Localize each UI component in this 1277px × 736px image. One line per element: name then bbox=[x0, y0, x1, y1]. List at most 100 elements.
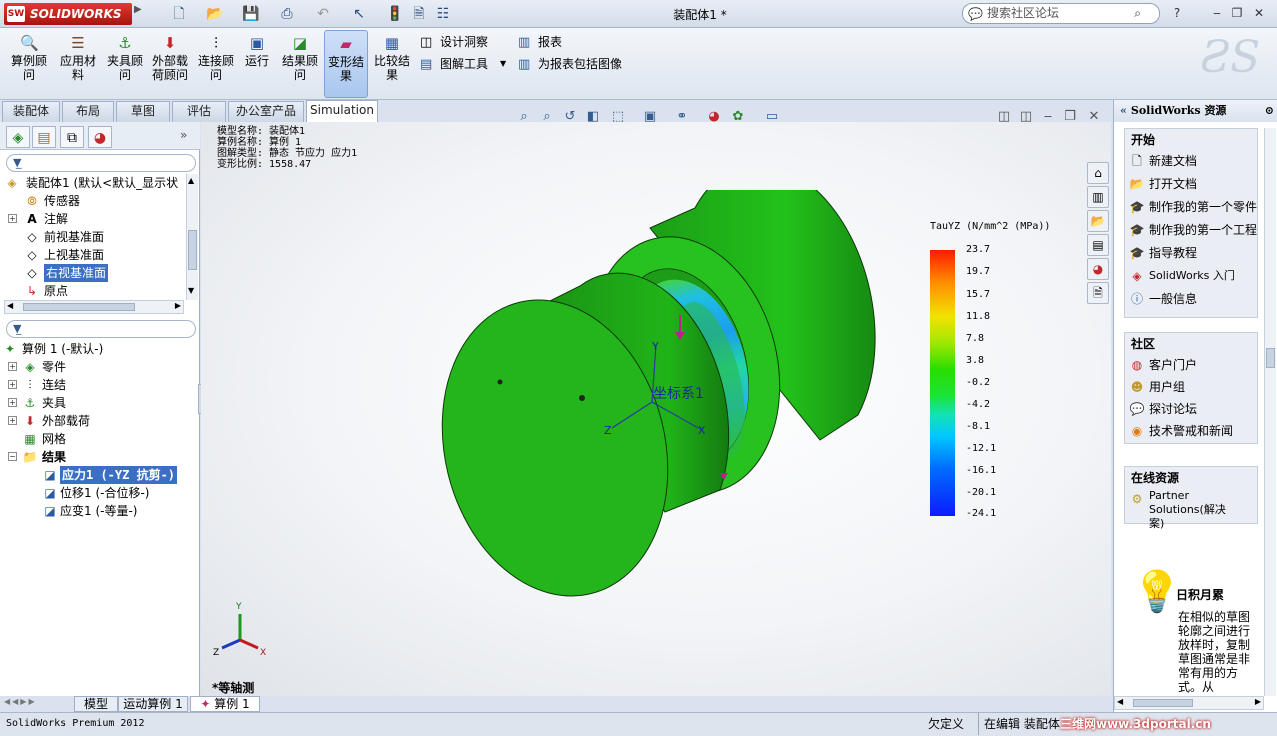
appearances-icon[interactable]: ◕ bbox=[1087, 258, 1109, 280]
tree-item-right-plane[interactable]: ◇ 右视基准面 bbox=[0, 264, 186, 282]
tree-item-fixtures[interactable]: + ⚓ 夹具 bbox=[0, 394, 198, 412]
new-document-link[interactable]: 🗋 新建文档 bbox=[1129, 151, 1197, 173]
expand-icon[interactable]: + bbox=[8, 380, 17, 389]
zoom-to-fit-icon[interactable]: ⌕ bbox=[514, 108, 534, 126]
zoom-to-area-icon[interactable]: ⌕ bbox=[537, 108, 557, 126]
h-scroll-thumb[interactable] bbox=[23, 303, 135, 311]
collapse-pane-icon[interactable]: « bbox=[1120, 104, 1127, 117]
tree-scrollbar-vertical[interactable]: ▲ ▼ bbox=[186, 174, 198, 300]
expand-icon[interactable]: + bbox=[8, 214, 17, 223]
menu-arrow-icon[interactable]: ▶ bbox=[134, 4, 142, 15]
tab-assembly[interactable]: 装配体 bbox=[2, 101, 60, 122]
tree-item-external-loads[interactable]: + ⬇ 外部载荷 bbox=[0, 412, 198, 430]
resources-scrollbar-horizontal[interactable]: ◀ ▶ bbox=[1114, 696, 1264, 710]
expand-icon[interactable]: + bbox=[8, 362, 17, 371]
edit-appearance-icon[interactable]: ◕ bbox=[704, 108, 724, 126]
display-style-icon[interactable]: ▣ bbox=[640, 108, 660, 126]
fixtures-advisor-button[interactable]: ⚓ 夹具顾 问 bbox=[104, 30, 146, 98]
scroll-left-icon[interactable]: ◀ bbox=[1117, 697, 1123, 706]
scroll-thumb[interactable] bbox=[188, 230, 197, 270]
tab-evaluate[interactable]: 评估 bbox=[172, 101, 226, 122]
expand-icon[interactable]: + bbox=[8, 398, 17, 407]
tree-filter-top[interactable]: ▼̲ bbox=[6, 154, 196, 172]
display-manager-tab-icon[interactable]: ◕ bbox=[88, 126, 112, 148]
section-view-icon[interactable]: ◧ bbox=[583, 108, 603, 126]
file-explorer-icon[interactable]: 📂 bbox=[1087, 210, 1109, 232]
tab-simulation[interactable]: Simulation bbox=[306, 100, 378, 123]
tutorials-link[interactable]: 🎓 指导教程 bbox=[1129, 243, 1198, 265]
view-orientation-icon[interactable]: ⬚ bbox=[608, 108, 628, 126]
feature-tree-tab-icon[interactable]: ◈ bbox=[6, 126, 30, 148]
rebuild-icon[interactable]: 🚦 bbox=[384, 4, 406, 24]
tab-sketch[interactable]: 草图 bbox=[116, 101, 170, 122]
configuration-tab-icon[interactable]: ⧉ bbox=[60, 126, 84, 148]
save-icon[interactable]: 💾 bbox=[240, 4, 262, 24]
resources-scrollbar-vertical[interactable] bbox=[1264, 128, 1276, 696]
first-part-link[interactable]: 🎓 制作我的第一个零件 bbox=[1129, 197, 1258, 219]
tab-model[interactable]: 模型 bbox=[74, 696, 118, 712]
search-icon[interactable]: ⌕ bbox=[1134, 4, 1141, 23]
apply-scene-icon[interactable]: ✿ bbox=[728, 108, 748, 126]
user-groups-link[interactable]: ☻ 用户组 bbox=[1129, 377, 1185, 399]
deformed-result-button[interactable]: ▰ 变形结 果 bbox=[324, 30, 368, 98]
tree-item-front-plane[interactable]: ◇ 前视基准面 bbox=[0, 228, 186, 246]
open-document-link[interactable]: 📂 打开文档 bbox=[1129, 174, 1198, 196]
tree-filter-bottom[interactable]: ▼̲ bbox=[6, 320, 196, 338]
viewport-restore-icon[interactable]: ❐ bbox=[1060, 108, 1080, 126]
compare-results-button[interactable]: ▦ 比较结 果 bbox=[372, 30, 412, 98]
previous-view-icon[interactable]: ↺ bbox=[560, 108, 580, 126]
design-insight-button[interactable]: ◫ 设计洞察 bbox=[418, 32, 508, 52]
view-palette-icon[interactable]: ▤ bbox=[1087, 234, 1109, 256]
resources-scroll-thumb[interactable] bbox=[1266, 348, 1275, 368]
plot-tools-dropdown-icon[interactable]: ▼ bbox=[500, 54, 506, 74]
report-button[interactable]: ▥ 报表 bbox=[516, 32, 576, 52]
scroll-up-icon[interactable]: ▲ bbox=[188, 176, 194, 185]
getting-started-link[interactable]: ◈ SolidWorks 入门 bbox=[1129, 266, 1235, 288]
search-scope-icon[interactable]: 💬 bbox=[968, 5, 983, 24]
search-community-input[interactable]: 💬 搜索社区论坛 ⌕ bbox=[962, 3, 1160, 24]
include-image-button[interactable]: ▥ 为报表包括图像 bbox=[516, 54, 636, 74]
tab-scroll-arrows[interactable]: ◀◀▶▶ bbox=[4, 697, 72, 711]
tree-scrollbar-horizontal[interactable]: ◀ ▶ bbox=[4, 300, 184, 314]
partner-solutions-link[interactable]: ⚙ Partner Solutions(解决 案) bbox=[1129, 489, 1257, 530]
scroll-down-icon[interactable]: ▼ bbox=[188, 286, 194, 295]
tree-root-assembly[interactable]: ◈ 装配体1 (默认<默认_显示状 bbox=[0, 174, 186, 192]
solidworks-logo[interactable]: SW SOLIDWORKS bbox=[4, 3, 132, 25]
apply-material-button[interactable]: ☰ 应用材 料 bbox=[56, 30, 100, 98]
split-vertical-icon[interactable]: ◫ bbox=[1016, 108, 1036, 126]
tab-layout[interactable]: 布局 bbox=[62, 101, 114, 122]
connections-advisor-button[interactable]: ⫶ 连接顾 问 bbox=[194, 30, 238, 98]
tab-study1[interactable]: ✦ 算例 1 bbox=[190, 696, 260, 712]
new-document-icon[interactable]: 🗋 bbox=[168, 4, 190, 24]
first-drawing-link[interactable]: 🎓 制作我的第一个工程 bbox=[1129, 220, 1258, 242]
tree-item-origin[interactable]: ↳ 原点 bbox=[0, 282, 186, 300]
home-icon[interactable]: ⌂ bbox=[1087, 162, 1109, 184]
tech-alerts-link[interactable]: ◉ 技术警戒和新闻 bbox=[1129, 421, 1233, 443]
tree-item-connections[interactable]: + ⫶ 连结 bbox=[0, 376, 198, 394]
scroll-left-icon[interactable]: ◀ bbox=[7, 301, 13, 310]
general-info-link[interactable]: ⓘ 一般信息 bbox=[1129, 289, 1197, 311]
select-pointer-icon[interactable]: ↖ bbox=[348, 4, 370, 24]
undo-icon[interactable]: ↶ bbox=[312, 4, 334, 24]
tree-item-strain1[interactable]: ◪ 应变1 (-等量-) bbox=[0, 502, 198, 520]
results-advisor-button[interactable]: ◪ 结果顾 问 bbox=[278, 30, 322, 98]
custom-properties-icon[interactable]: 🗎 bbox=[1087, 282, 1109, 304]
plot-tools-button[interactable]: ▤ 图解工具 ▼ bbox=[418, 54, 508, 74]
pin-icon[interactable]: ⊙ bbox=[1265, 100, 1274, 122]
viewport-minimize-icon[interactable]: ‒ bbox=[1038, 108, 1058, 126]
property-manager-tab-icon[interactable]: ▤ bbox=[32, 126, 56, 148]
print-icon[interactable]: ⎙ bbox=[276, 4, 298, 24]
tree-item-mesh[interactable]: ▦ 网格 bbox=[0, 430, 198, 448]
view-settings-icon[interactable]: ▭ bbox=[762, 108, 782, 126]
discussion-forum-link[interactable]: 💬 探讨论坛 bbox=[1129, 399, 1198, 421]
scroll-right-icon[interactable]: ▶ bbox=[1255, 697, 1261, 706]
tree-item-sensors[interactable]: ⦾ 传感器 bbox=[0, 192, 186, 210]
customer-portal-link[interactable]: ◍ 客户门户 bbox=[1129, 355, 1197, 377]
expand-icon[interactable]: + bbox=[8, 416, 17, 425]
close-icon[interactable]: ✕ bbox=[1250, 4, 1268, 22]
split-horizontal-icon[interactable]: ◫ bbox=[994, 108, 1014, 126]
file-properties-icon[interactable]: 🗎 bbox=[408, 4, 430, 24]
tree-item-annotations[interactable]: + A 注解 bbox=[0, 210, 186, 228]
study-advisor-button[interactable]: 🔍 算例顾 问 bbox=[6, 30, 52, 98]
design-library-icon[interactable]: ▥ bbox=[1087, 186, 1109, 208]
